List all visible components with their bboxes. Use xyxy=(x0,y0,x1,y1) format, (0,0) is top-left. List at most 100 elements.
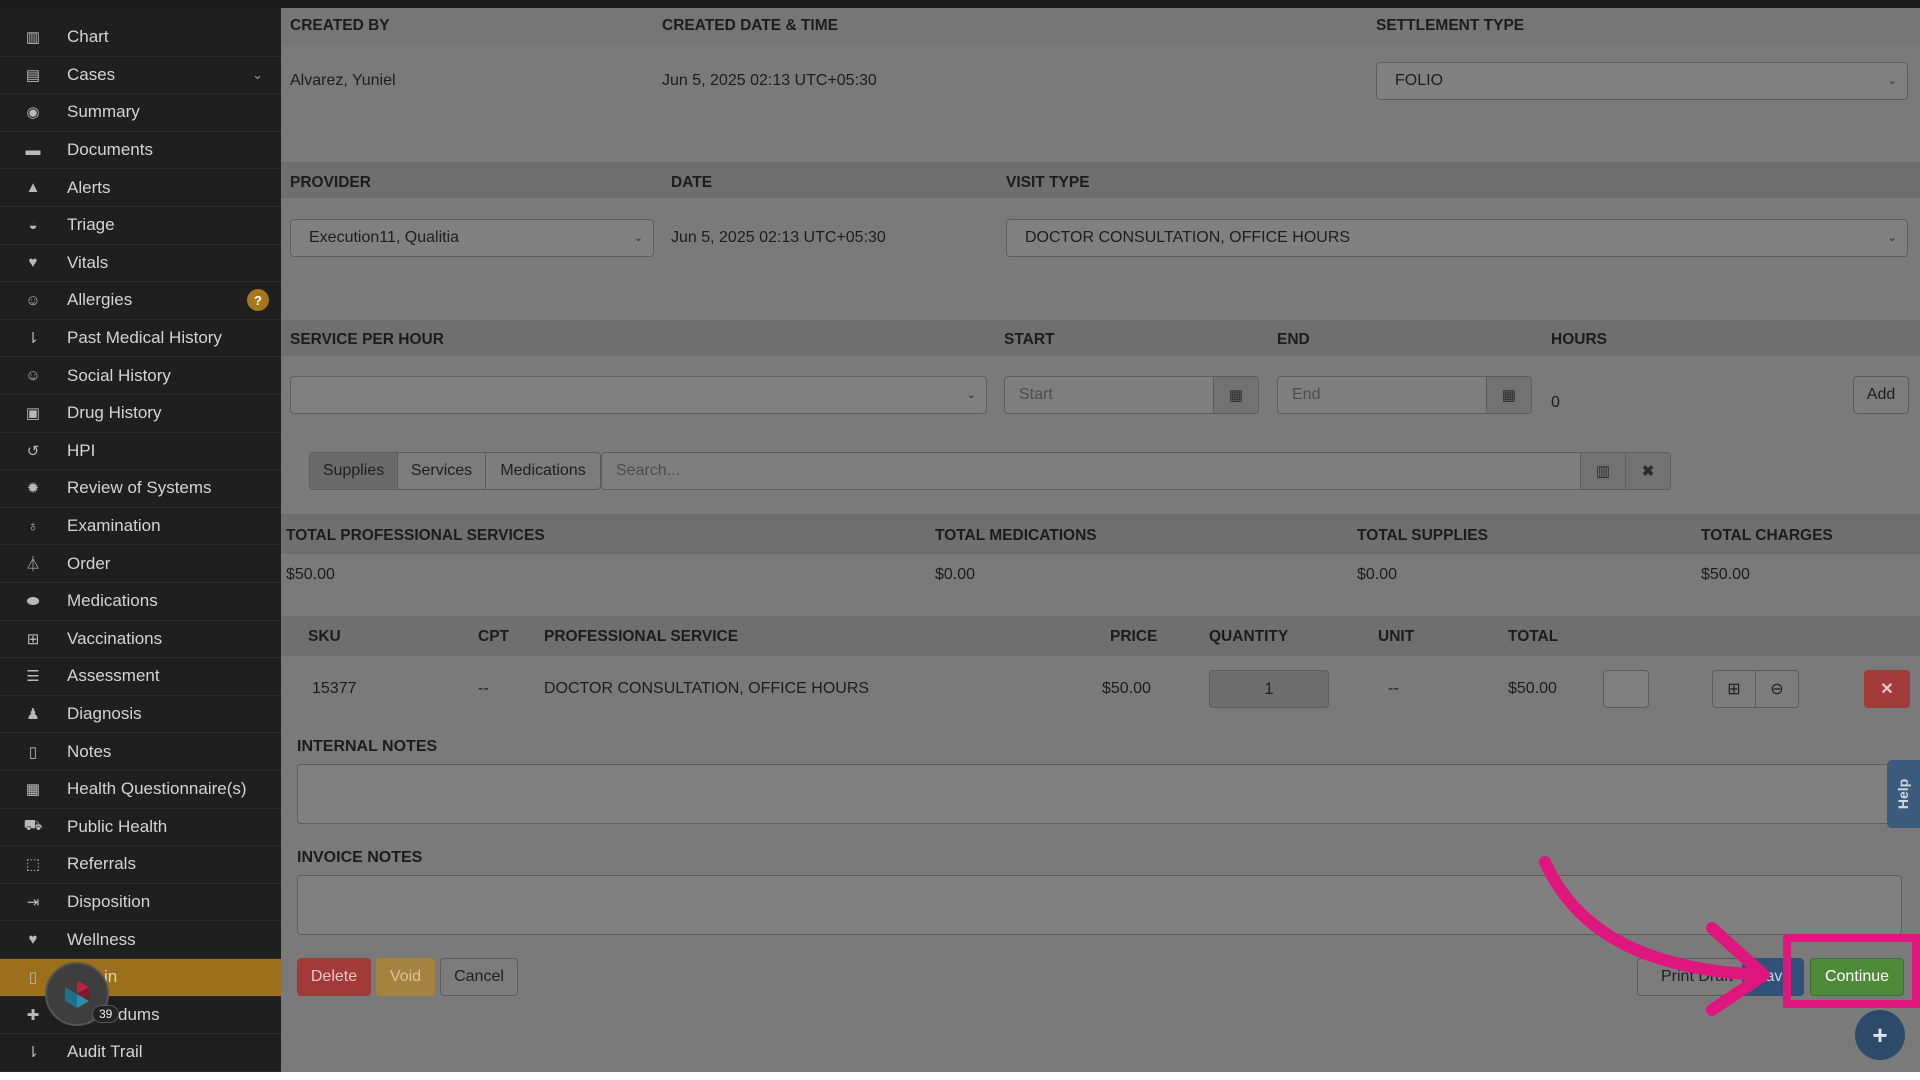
total-medications-label: TOTAL MEDICATIONS xyxy=(935,527,1097,544)
table-header-band xyxy=(281,616,1920,656)
sidebar-item-chart[interactable]: ▥ Chart xyxy=(0,19,281,57)
sidebar-item-label: Diagnosis xyxy=(67,704,142,724)
sidebar-item-label: Triage xyxy=(67,215,115,235)
sidebar-item-label: HPI xyxy=(67,440,96,460)
delete-row-icon[interactable]: ✕ xyxy=(1864,670,1910,708)
add-service-button[interactable]: Add xyxy=(1853,376,1909,414)
sidebar-item-vaccinations[interactable]: ⊞ Vaccinations xyxy=(0,621,281,659)
sidebar-item-social-history[interactable]: ☺ Social History xyxy=(0,357,281,395)
sidebar-item-assessment[interactable]: ☰ Assessment xyxy=(0,658,281,696)
clear-search-icon[interactable]: ✖ xyxy=(1625,452,1671,490)
start-calendar-icon[interactable]: ▦ xyxy=(1213,376,1259,414)
internal-notes-textarea[interactable] xyxy=(297,764,1902,824)
sidebar-item-summary[interactable]: ◉ Summary xyxy=(0,94,281,132)
inbox-icon: ◒ xyxy=(28,216,38,234)
sidebar-item-public-health[interactable]: ⛟ Public Health xyxy=(0,809,281,847)
visit-type-label: VISIT TYPE xyxy=(1006,174,1090,191)
row-price: $50.00 xyxy=(1102,680,1151,697)
sidebar-item-label: Health Questionnaire(s) xyxy=(67,779,247,799)
row-sku: 15377 xyxy=(312,680,357,697)
col-quantity: QUANTITY xyxy=(1209,628,1289,645)
grid-icon[interactable]: ⊞ xyxy=(1712,670,1756,708)
start-input[interactable]: Start xyxy=(1004,376,1214,414)
sidebar-item-order[interactable]: ⏃ Order xyxy=(0,545,281,583)
total-charges-value: $50.00 xyxy=(1701,566,1750,583)
stethoscope-icon: ♁ xyxy=(27,517,39,535)
sidebar-item-triage[interactable]: ◒ Triage xyxy=(0,207,281,245)
sidebar-item-in[interactable]: ▯ in xyxy=(0,959,281,997)
sidebar-item-medications[interactable]: ⬬ Medications xyxy=(0,583,281,621)
sidebar-item-label: Referrals xyxy=(67,854,136,874)
sidebar-item-disposition[interactable]: ⇥ Disposition xyxy=(0,884,281,922)
total-supplies-label: TOTAL SUPPLIES xyxy=(1357,527,1488,544)
barcode-icon[interactable]: ▥ xyxy=(1580,452,1626,490)
sidebar-item-audit-trail[interactable]: ⇂ Audit Trail xyxy=(0,1034,281,1072)
col-sku: SKU xyxy=(308,628,341,645)
tab-medications[interactable]: Medications xyxy=(485,452,601,490)
service-per-hour-select[interactable]: ⌄ xyxy=(290,376,987,414)
start-label: START xyxy=(1004,331,1055,348)
total-supplies-value: $0.00 xyxy=(1357,566,1398,583)
sidebar-item-label: Examination xyxy=(67,516,161,536)
chevron-down-icon: ⌄ xyxy=(252,66,263,82)
sidebar-item-referrals[interactable]: ⬚ Referrals xyxy=(0,846,281,884)
pill-icon: ⬬ xyxy=(26,592,40,610)
quantity-input[interactable]: 1 xyxy=(1209,670,1329,708)
sidebar-item-past-medical-history[interactable]: ⇂ Past Medical History xyxy=(0,320,281,358)
visit-type-value: DOCTOR CONSULTATION, OFFICE HOURS xyxy=(1025,229,1351,246)
sidebar-item-dums[interactable]: ✚ dums xyxy=(0,997,281,1035)
folder-icon: ▬ xyxy=(25,141,41,159)
tab-supplies[interactable]: Supplies xyxy=(309,452,398,490)
provider-select[interactable]: Execution11, Qualitia ⌄ xyxy=(290,219,654,257)
settlement-type-select[interactable]: FOLIO ⌄ xyxy=(1376,62,1908,100)
sidebar-item-notes[interactable]: ▯ Notes xyxy=(0,733,281,771)
sort-amount-icon: ⇂ xyxy=(26,1044,40,1062)
sidebar-item-label: Public Health xyxy=(67,816,168,836)
chevron-down-icon: ⌄ xyxy=(633,232,643,244)
floating-add-button[interactable]: + xyxy=(1855,1010,1905,1060)
visit-type-select[interactable]: DOCTOR CONSULTATION, OFFICE HOURS ⌄ xyxy=(1006,219,1908,257)
help-tab[interactable]: Help xyxy=(1887,760,1920,828)
sidebar-item-review-of-systems[interactable]: ✹ Review of Systems xyxy=(0,470,281,508)
settlement-type-label: SETTLEMENT TYPE xyxy=(1376,17,1525,34)
sidebar-item-diagnosis[interactable]: ♟ Diagnosis xyxy=(0,696,281,734)
delete-button[interactable]: Delete xyxy=(297,958,371,996)
sidebar-item-alerts[interactable]: ▲ Alerts xyxy=(0,169,281,207)
top-strip xyxy=(0,0,1920,8)
end-input[interactable]: End xyxy=(1277,376,1487,414)
sidebar-item-label: Audit Trail xyxy=(67,1042,143,1062)
row-service: DOCTOR CONSULTATION, OFFICE HOURS xyxy=(544,680,870,697)
sidebar-item-documents[interactable]: ▬ Documents xyxy=(0,132,281,170)
list-icon: ☰ xyxy=(26,668,40,686)
sidebar-item-health-questionnaire-s[interactable]: ▦ Health Questionnaire(s) xyxy=(0,771,281,809)
sidebar-item-wellness[interactable]: ♥ Wellness xyxy=(0,921,281,959)
end-calendar-icon[interactable]: ▦ xyxy=(1486,376,1532,414)
sidebar-item-label: dums xyxy=(118,1004,160,1024)
sidebar-item-vitals[interactable]: ♥ Vitals xyxy=(0,245,281,283)
invoice-notes-label: INVOICE NOTES xyxy=(297,849,423,866)
form-icon: ▦ xyxy=(25,781,41,799)
chevron-down-icon: ⌄ xyxy=(1887,232,1897,244)
item-search-input[interactable]: Search... xyxy=(601,452,1581,490)
sidebar-item-drug-history[interactable]: ▣ Drug History xyxy=(0,395,281,433)
sidebar-item-label: Disposition xyxy=(67,892,151,912)
sidebar-item-hpi[interactable]: ↺ HPI xyxy=(0,433,281,471)
minus-circle-icon[interactable]: ⊖ xyxy=(1755,670,1799,708)
tab-services[interactable]: Services xyxy=(397,452,486,490)
sidebar-item-allergies[interactable]: ☺ Allergies? xyxy=(0,282,281,320)
flask-icon: ⏃ xyxy=(25,556,41,574)
sidebar-item-label: Notes xyxy=(67,741,112,761)
row-checkbox[interactable] xyxy=(1603,670,1649,708)
sidebar-item-label: Order xyxy=(67,553,111,573)
hours-label: HOURS xyxy=(1551,331,1607,348)
void-button[interactable]: Void xyxy=(376,958,435,996)
plus-icon: ✚ xyxy=(26,1006,40,1024)
provider-value: Execution11, Qualitia xyxy=(309,229,460,246)
cancel-button[interactable]: Cancel xyxy=(440,958,518,996)
sidebar-item-cases[interactable]: ▤ Cases ⌄ xyxy=(0,57,281,95)
service-per-hour-label: SERVICE PER HOUR xyxy=(290,331,444,348)
history-icon: ↺ xyxy=(26,442,40,460)
sidebar-item-examination[interactable]: ♁ Examination xyxy=(0,508,281,546)
sidebar-item-label: Social History xyxy=(67,365,171,385)
sidebar-item-label: Allergies xyxy=(67,290,133,310)
